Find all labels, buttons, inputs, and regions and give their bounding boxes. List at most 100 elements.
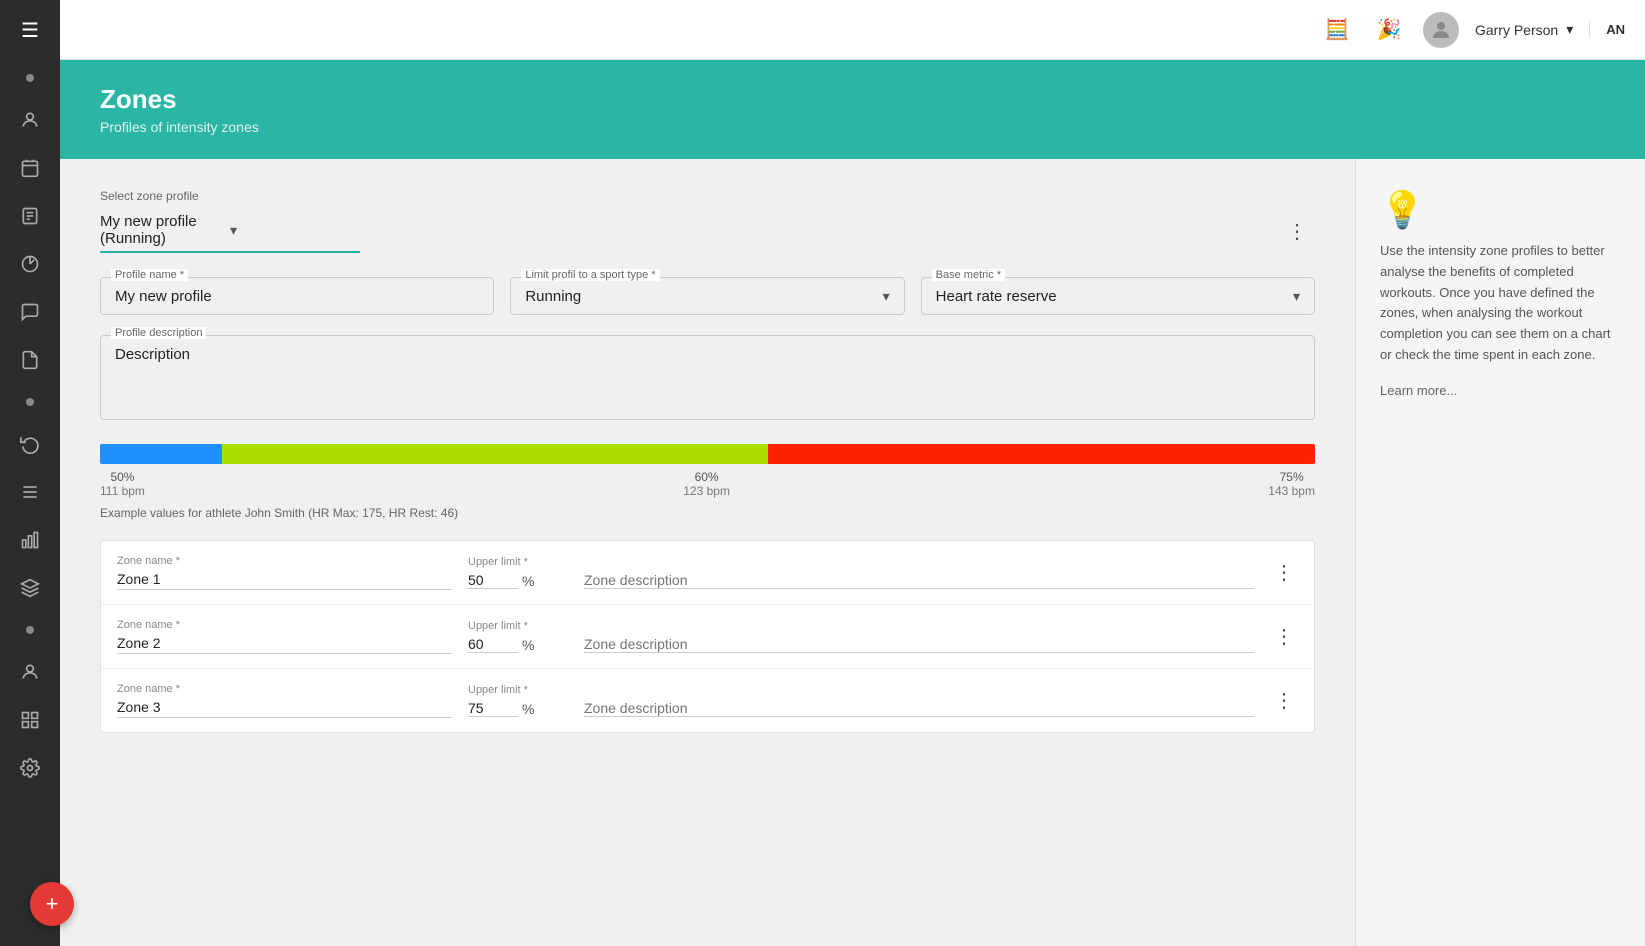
- sidebar: ☰: [0, 0, 60, 946]
- zone-bar-red: [768, 444, 1315, 464]
- base-metric-value: Heart rate reserve: [936, 288, 1057, 305]
- zone-1-name-input[interactable]: [117, 571, 452, 590]
- analytics-icon[interactable]: [0, 242, 60, 286]
- zone-2-limit-input[interactable]: [468, 636, 518, 653]
- zone-3-more-button[interactable]: ⋮: [1270, 688, 1298, 713]
- page-subtitle: Profiles of intensity zones: [100, 119, 1605, 135]
- table-row: Zone name * Upper limit * % x: [101, 541, 1314, 605]
- zone-bpm-75: 143 bpm: [1268, 484, 1315, 498]
- profile-name-field: Profile name *: [100, 277, 494, 315]
- dropdown-icon: ▾: [1566, 21, 1573, 38]
- zone-1-name-label: Zone name *: [117, 555, 452, 567]
- zone-2-name-group: Zone name *: [117, 619, 452, 654]
- select-profile-label: Select zone profile: [100, 189, 1315, 203]
- zone-2-name-input[interactable]: [117, 635, 452, 654]
- select-profile-row: My new profile (Running) ▾ ⋮: [100, 209, 1315, 253]
- zone-1-desc-input[interactable]: [584, 572, 1254, 589]
- sport-type-chevron-icon: ▾: [883, 288, 890, 305]
- clipboard-icon[interactable]: [0, 194, 60, 238]
- sport-type-value: Running: [525, 288, 581, 305]
- zone-bar-container: 50% 111 bpm 60% 123 bpm 75% 143 bpm Exam…: [100, 444, 1315, 520]
- zone-1-limit-input[interactable]: [468, 572, 518, 589]
- table-row: Zone name * Upper limit * % x: [101, 605, 1314, 669]
- sidebar-divider-3: [26, 626, 34, 634]
- zone-2-desc-input[interactable]: [584, 636, 1254, 653]
- zone-3-limit-input[interactable]: [468, 700, 518, 717]
- list-icon[interactable]: [0, 470, 60, 514]
- zone-3-name-label: Zone name *: [117, 683, 452, 695]
- message-icon[interactable]: [0, 290, 60, 334]
- user-menu[interactable]: Garry Person ▾: [1475, 21, 1573, 38]
- hamburger-button[interactable]: ☰: [0, 0, 60, 60]
- page-header: Zones Profiles of intensity zones: [60, 60, 1645, 159]
- zone-1-desc-group: x: [584, 556, 1254, 590]
- party-icon[interactable]: 🎉: [1371, 12, 1407, 48]
- zone-1-limit-row: %: [468, 572, 568, 589]
- zone-label-50: 50% 111 bpm: [100, 470, 145, 498]
- athlete-icon[interactable]: [0, 650, 60, 694]
- page-title: Zones: [100, 84, 1605, 115]
- sidebar-divider-2: [26, 398, 34, 406]
- zone-pct-60: 60%: [683, 470, 730, 484]
- description-field: Profile description Description: [100, 335, 1315, 420]
- profile-more-button[interactable]: ⋮: [1279, 215, 1315, 248]
- zone-bar-green: [222, 444, 769, 464]
- fab-icon: +: [46, 891, 59, 917]
- learn-more-link[interactable]: Learn more...: [1380, 383, 1457, 398]
- zone-1-pct-label: %: [522, 573, 534, 589]
- desc-label: Profile description: [111, 327, 206, 339]
- zone-3-desc-input[interactable]: [584, 700, 1254, 717]
- fab-button[interactable]: +: [30, 882, 74, 926]
- zone-3-limit-group: Upper limit * %: [468, 684, 568, 717]
- zone-2-name-label: Zone name *: [117, 619, 452, 631]
- zones-table: Zone name * Upper limit * % x: [100, 540, 1315, 733]
- base-metric-chevron-icon: ▾: [1293, 288, 1300, 305]
- zone-bpm-50: 111 bpm: [100, 484, 145, 498]
- desc-textarea[interactable]: Description: [115, 346, 1300, 406]
- user-name: Garry Person: [1475, 22, 1558, 38]
- table-row: Zone name * Upper limit * % x: [101, 669, 1314, 732]
- selected-profile-value: My new profile (Running): [100, 213, 230, 247]
- tip-text: Use the intensity zone profiles to bette…: [1380, 241, 1621, 366]
- base-metric-label: Base metric *: [932, 269, 1005, 281]
- zone-2-limit-row: %: [468, 636, 568, 653]
- sport-type-field: Limit profil to a sport type * Running ▾: [510, 277, 904, 315]
- layers-icon[interactable]: [0, 566, 60, 610]
- profile-name-input[interactable]: [115, 288, 479, 305]
- zone-2-limit-group: Upper limit * %: [468, 620, 568, 653]
- zone-bar: [100, 444, 1315, 464]
- zone-pct-75: 75%: [1268, 470, 1315, 484]
- avatar: [1423, 12, 1459, 48]
- zone-label-75: 75% 143 bpm: [1268, 470, 1315, 498]
- zone-bpm-60: 123 bpm: [683, 484, 730, 498]
- main-area: 🧮 🎉 Garry Person ▾ AN Zones Profiles of …: [60, 0, 1645, 946]
- zone-1-more-button[interactable]: ⋮: [1270, 560, 1298, 585]
- zone-1-name-group: Zone name *: [117, 555, 452, 590]
- sport-type-dropdown[interactable]: Running ▾: [525, 288, 889, 305]
- zone-3-desc-group: x: [584, 684, 1254, 718]
- refresh-icon[interactable]: [0, 422, 60, 466]
- zone-2-desc-group: x: [584, 620, 1254, 654]
- file-icon[interactable]: [0, 338, 60, 382]
- language-selector[interactable]: AN: [1589, 22, 1625, 37]
- grid-icon[interactable]: [0, 698, 60, 742]
- users-icon[interactable]: [0, 98, 60, 142]
- zone-bar-blue: [100, 444, 222, 464]
- bar-chart-icon[interactable]: [0, 518, 60, 562]
- zone-3-limit-row: %: [468, 700, 568, 717]
- zone-1-limit-label: Upper limit *: [468, 556, 568, 568]
- athlete-example: Example values for athlete John Smith (H…: [100, 506, 1315, 520]
- zone-3-pct-label: %: [522, 701, 534, 717]
- dropdown-chevron-icon: ▾: [230, 222, 360, 239]
- sidebar-divider-1: [26, 74, 34, 82]
- zone-2-more-button[interactable]: ⋮: [1270, 624, 1298, 649]
- base-metric-dropdown[interactable]: Heart rate reserve ▾: [936, 288, 1300, 305]
- calendar-icon[interactable]: [0, 146, 60, 190]
- profile-name-label: Profile name *: [111, 269, 188, 281]
- settings-icon[interactable]: [0, 746, 60, 790]
- right-panel: 💡 Use the intensity zone profiles to bet…: [1355, 159, 1645, 946]
- calc-icon[interactable]: 🧮: [1319, 12, 1355, 48]
- zone-label-60: 60% 123 bpm: [683, 470, 730, 498]
- zone-profile-dropdown[interactable]: My new profile (Running) ▾: [100, 209, 360, 253]
- zone-3-name-input[interactable]: [117, 699, 452, 718]
